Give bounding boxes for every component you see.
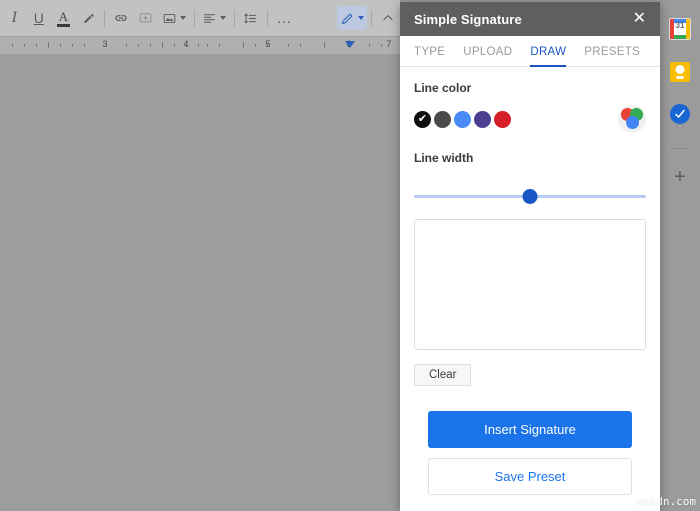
- dialog-tabs: TYPE UPLOAD DRAW PRESETS: [400, 36, 660, 67]
- align-dropdown-caret-icon[interactable]: [220, 16, 227, 20]
- insert-link-button[interactable]: [110, 5, 133, 31]
- dialog-body: Line color ✔ Line width Clear: [400, 67, 660, 411]
- toolbar-separator: [104, 9, 105, 27]
- close-icon[interactable]: ✕: [631, 9, 648, 29]
- signature-draw-canvas[interactable]: [414, 219, 646, 350]
- tab-type[interactable]: TYPE: [414, 46, 445, 67]
- comment-plus-icon: [140, 12, 152, 22]
- docs-toolbar: I U A …: [0, 0, 400, 36]
- swatch-black[interactable]: ✔: [414, 110, 431, 128]
- more-options-label: …: [276, 9, 293, 27]
- dialog-title: Simple Signature: [414, 11, 522, 27]
- text-color-swatch-bar: [56, 23, 70, 27]
- document-ruler[interactable]: 3 4 5 6 7: [0, 36, 400, 55]
- custom-color-picker-icon[interactable]: [618, 105, 646, 133]
- toolbar-separator: [233, 9, 235, 27]
- chevron-up-icon: [383, 15, 393, 21]
- swatch-dark-gray[interactable]: [434, 110, 451, 128]
- highlighter-icon: [82, 13, 94, 23]
- tab-draw[interactable]: DRAW: [530, 46, 567, 67]
- google-calendar-icon[interactable]: 31: [669, 18, 691, 40]
- google-tasks-icon[interactable]: [670, 104, 690, 124]
- link-icon: [115, 15, 127, 21]
- line-spacing-icon: [244, 13, 257, 23]
- toolbar-separator: [370, 9, 372, 27]
- more-options-button[interactable]: …: [273, 5, 296, 31]
- check-icon: [675, 109, 685, 118]
- calendar-day-label: 31: [675, 21, 685, 30]
- insert-signature-button[interactable]: Insert Signature: [428, 411, 632, 448]
- pen-icon: [341, 13, 352, 24]
- clear-button[interactable]: Clear: [414, 364, 472, 386]
- dialog-footer: Insert Signature Save Preset: [400, 411, 660, 511]
- ruler-number: 3: [102, 39, 108, 49]
- clear-row: Clear: [414, 364, 646, 386]
- watermark: wsxdn.com: [636, 495, 696, 508]
- swatch-red[interactable]: [494, 110, 511, 128]
- line-width-slider[interactable]: [414, 187, 646, 205]
- toolbar-separator: [267, 9, 269, 27]
- text-color-label: A: [58, 8, 69, 24]
- ruler-number: 7: [386, 39, 392, 49]
- line-width-label: Line width: [414, 151, 474, 165]
- side-panel-rail: 31 +: [660, 0, 700, 511]
- image-dropdown-caret-icon[interactable]: [179, 16, 186, 20]
- simple-signature-dialog: Simple Signature ✕ TYPE UPLOAD DRAW PRES…: [400, 2, 660, 511]
- text-color-button[interactable]: A: [52, 5, 75, 31]
- line-color-label: Line color: [414, 81, 472, 95]
- tab-presets[interactable]: PRESETS: [584, 46, 640, 67]
- ruler-ticks: 3 4 5 6 7: [0, 37, 400, 54]
- add-addon-button[interactable]: +: [674, 167, 686, 187]
- align-button[interactable]: [199, 5, 228, 31]
- slider-thumb[interactable]: [522, 189, 538, 204]
- document-canvas[interactable]: [0, 54, 400, 511]
- insert-image-button[interactable]: [159, 5, 188, 31]
- swatch-blue[interactable]: [454, 110, 471, 128]
- highlight-color-button[interactable]: [77, 5, 100, 31]
- dialog-header: Simple Signature ✕: [400, 2, 660, 36]
- google-keep-icon[interactable]: [670, 62, 690, 82]
- align-left-icon: [204, 13, 216, 23]
- app-root: I U A … 3 4 5 6 7 31 + Simple Signature …: [0, 0, 700, 511]
- image-icon: [163, 13, 176, 23]
- selected-check-icon: ✔: [417, 112, 428, 125]
- tab-upload[interactable]: UPLOAD: [463, 46, 512, 67]
- color-swatch-list: ✔: [414, 110, 514, 128]
- editing-mode-button[interactable]: [336, 6, 367, 30]
- underline-button[interactable]: U: [28, 5, 51, 31]
- italic-button[interactable]: I: [3, 5, 26, 31]
- add-comment-button[interactable]: [135, 5, 158, 31]
- line-width-row: Line width: [414, 151, 646, 175]
- editing-mode-caret-icon[interactable]: [357, 16, 364, 20]
- italic-label: I: [11, 9, 17, 26]
- swatch-purple[interactable]: [474, 110, 491, 128]
- collapse-toolbar-button[interactable]: [376, 5, 399, 31]
- ruler-number: 4: [183, 39, 189, 49]
- line-spacing-button[interactable]: [240, 5, 263, 31]
- underline-label: U: [33, 10, 44, 26]
- rail-divider: [670, 148, 690, 149]
- ruler-number: 5: [265, 39, 271, 49]
- right-indent-marker[interactable]: [345, 41, 355, 48]
- toolbar-separator: [193, 9, 195, 27]
- line-color-row: ✔: [414, 105, 646, 133]
- save-preset-button[interactable]: Save Preset: [428, 458, 632, 495]
